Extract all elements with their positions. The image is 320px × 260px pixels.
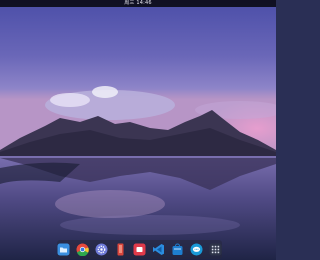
- dock-item-vscode[interactable]: [152, 243, 165, 256]
- dock-item-launcher[interactable]: [209, 243, 222, 256]
- dock: [57, 240, 222, 259]
- bag-icon: [172, 243, 183, 255]
- pencil-icon: [117, 243, 124, 256]
- dock-item-file-manager[interactable]: [57, 243, 70, 256]
- store-icon: [133, 243, 146, 256]
- dock-item-app-store[interactable]: [133, 243, 146, 256]
- code-icon: [153, 244, 164, 255]
- folder-icon: [57, 243, 70, 256]
- chrome-icon: [76, 243, 89, 256]
- dock-item-chrome[interactable]: [76, 243, 89, 256]
- dock-item-software-center[interactable]: [171, 243, 184, 256]
- desktop-wallpaper: [0, 0, 276, 260]
- top-bar: 周三 14:46: [0, 0, 276, 7]
- gear-icon: [95, 243, 108, 256]
- dock-item-chat[interactable]: [190, 243, 203, 256]
- clock[interactable]: 周三 14:46: [124, 0, 152, 7]
- dock-item-text-editor[interactable]: [114, 243, 127, 256]
- dock-item-settings[interactable]: [95, 243, 108, 256]
- chat-bubble-icon: [190, 243, 203, 256]
- grid-icon: [209, 243, 222, 256]
